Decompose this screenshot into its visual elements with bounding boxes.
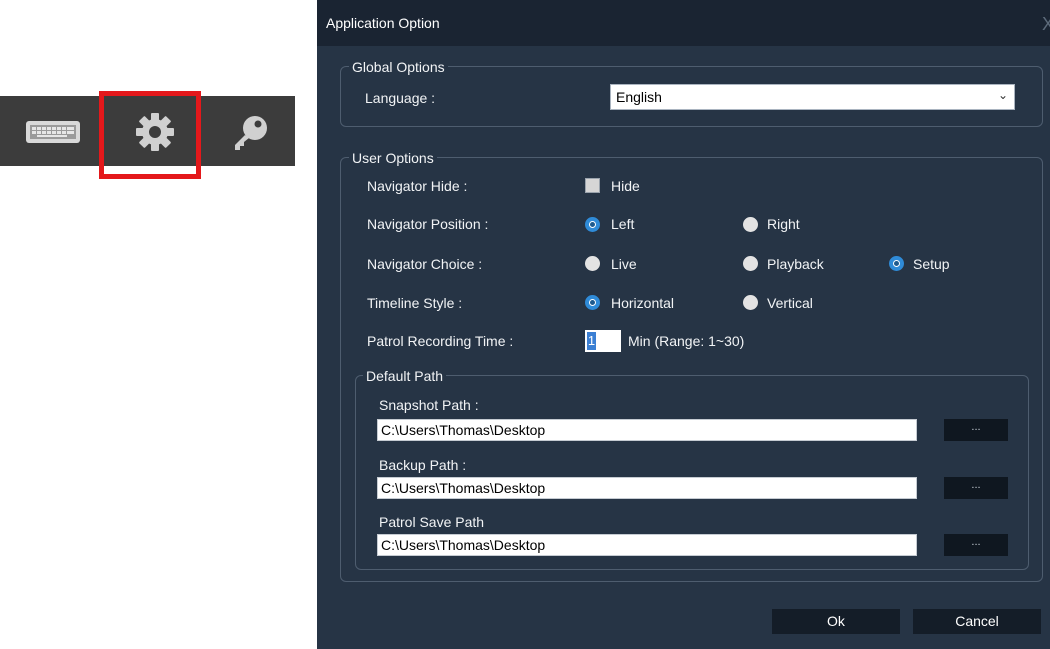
patrol-recording-time-value: 1: [587, 332, 596, 350]
timeline-style-horizontal-radio[interactable]: [585, 295, 600, 310]
keyboard-icon[interactable]: [25, 120, 81, 149]
navigator-position-left-label: Left: [611, 216, 635, 232]
patrol-recording-time-input[interactable]: 1: [585, 330, 621, 352]
default-path-legend: Default Path: [363, 368, 447, 384]
navigator-position-right-radio[interactable]: [743, 217, 758, 232]
patrol-save-path-input[interactable]: C:\Users\Thomas\Desktop: [377, 534, 917, 556]
key-icon[interactable]: [230, 113, 270, 158]
gear-icon[interactable]: [135, 112, 175, 157]
navigator-position-left-radio[interactable]: [585, 217, 600, 232]
application-option-dialog: Application Option X Global Options Lang…: [317, 0, 1050, 649]
navigator-choice-live-radio[interactable]: [585, 256, 600, 271]
cancel-button[interactable]: Cancel: [913, 609, 1041, 634]
dialog-titlebar: Application Option X: [317, 0, 1050, 46]
navigator-choice-label: Navigator Choice :: [367, 256, 483, 272]
navigator-choice-playback-radio[interactable]: [743, 256, 758, 271]
snapshot-browse-button[interactable]: ...: [944, 419, 1008, 441]
timeline-style-vertical-label: Vertical: [767, 295, 813, 311]
close-icon[interactable]: X: [1042, 14, 1050, 35]
toolbar: [0, 96, 295, 166]
navigator-position-right-label: Right: [767, 216, 800, 232]
navigator-choice-playback-label: Playback: [767, 256, 824, 272]
ok-button[interactable]: Ok: [772, 609, 900, 634]
timeline-style-label: Timeline Style :: [367, 295, 463, 311]
navigator-choice-setup-radio[interactable]: [889, 256, 904, 271]
language-select[interactable]: English ⌄: [610, 84, 1015, 110]
navigator-hide-label: Navigator Hide :: [367, 178, 468, 194]
patrol-recording-time-label: Patrol Recording Time :: [367, 333, 514, 349]
chevron-down-icon: ⌄: [997, 88, 1008, 102]
snapshot-path-input[interactable]: C:\Users\Thomas\Desktop: [377, 419, 917, 441]
patrol-recording-time-suffix: Min (Range: 1~30): [628, 333, 745, 349]
navigator-choice-setup-label: Setup: [913, 256, 950, 272]
language-label: Language :: [365, 90, 436, 106]
language-value: English: [616, 89, 662, 105]
global-options-legend: Global Options: [349, 59, 448, 75]
dialog-title: Application Option: [326, 15, 440, 31]
navigator-hide-checkbox[interactable]: [585, 178, 600, 193]
user-options-legend: User Options: [349, 150, 437, 166]
patrol-save-path-label: Patrol Save Path: [379, 514, 485, 530]
backup-path-input[interactable]: C:\Users\Thomas\Desktop: [377, 477, 917, 499]
patrol-save-browse-button[interactable]: ...: [944, 534, 1008, 556]
timeline-style-horizontal-label: Horizontal: [611, 295, 675, 311]
snapshot-path-label: Snapshot Path :: [379, 397, 479, 413]
backup-path-label: Backup Path :: [379, 457, 467, 473]
navigator-choice-live-label: Live: [611, 256, 637, 272]
navigator-position-label: Navigator Position :: [367, 216, 489, 232]
backup-browse-button[interactable]: ...: [944, 477, 1008, 499]
navigator-hide-checkbox-label: Hide: [611, 178, 640, 194]
timeline-style-vertical-radio[interactable]: [743, 295, 758, 310]
